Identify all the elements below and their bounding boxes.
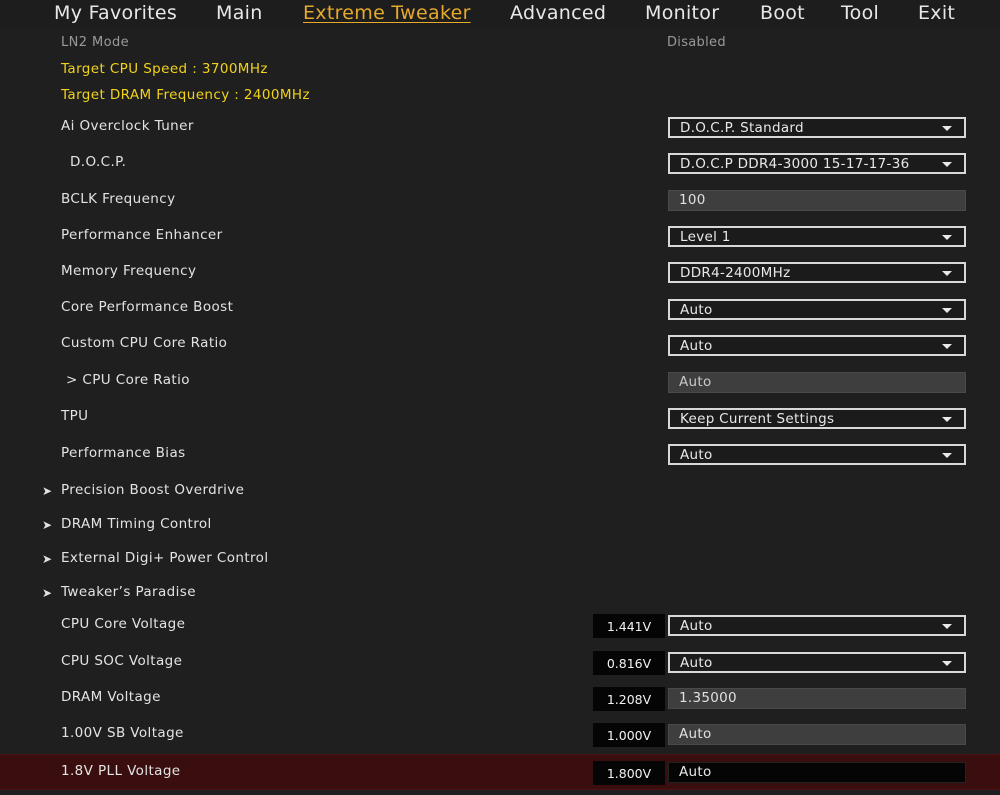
setting-label: TPU (61, 408, 89, 424)
submenu-external-digi-power-control[interactable]: ➤ External Digi+ Power Control (0, 542, 1000, 578)
chevron-down-icon (942, 235, 952, 240)
setting-row-cpu-core-ratio[interactable]: > CPU Core Ratio Auto (0, 363, 1000, 399)
top-menu-bar: My Favorites Main Extreme Tweaker Advanc… (0, 0, 1000, 28)
custom-cpu-core-ratio-dropdown[interactable]: Auto (668, 335, 966, 356)
sb-voltage-input[interactable]: Auto (668, 724, 966, 745)
voltage-reading: 1.000V (593, 723, 665, 747)
tab-main[interactable]: Main (216, 2, 263, 24)
arrow-right-icon: ➤ (42, 586, 53, 600)
tpu-dropdown[interactable]: Keep Current Settings (668, 408, 966, 429)
cpu-soc-voltage-dropdown[interactable]: Auto (668, 652, 966, 673)
setting-label: Performance Enhancer (61, 227, 223, 243)
docp-dropdown[interactable]: D.O.C.P DDR4-3000 15-17-17-36 (668, 153, 966, 174)
settings-panel: LN2 Mode Disabled Target CPU Speed : 370… (0, 28, 1000, 795)
setting-label: CPU SOC Voltage (61, 653, 183, 669)
setting-label: 1.00V SB Voltage (61, 725, 184, 741)
voltage-reading: 1.441V (593, 614, 665, 638)
arrow-right-icon: ➤ (42, 484, 53, 498)
cpu-core-voltage-dropdown[interactable]: Auto (668, 615, 966, 636)
setting-label: BCLK Frequency (61, 191, 176, 207)
tab-my-favorites[interactable]: My Favorites (54, 2, 177, 24)
setting-label: > CPU Core Ratio (66, 372, 190, 388)
dram-voltage-input[interactable]: 1.35000 (668, 688, 966, 709)
chevron-down-icon (942, 344, 952, 349)
setting-row-bclk-frequency[interactable]: BCLK Frequency 100 (0, 181, 1000, 217)
chevron-down-icon (942, 271, 952, 276)
submenu-label: Precision Boost Overdrive (61, 482, 245, 498)
submenu-label: DRAM Timing Control (61, 516, 212, 532)
cpu-core-ratio-value: Auto (668, 372, 966, 393)
setting-row-performance-enhancer[interactable]: Performance Enhancer Level 1 (0, 218, 1000, 254)
setting-row-docp[interactable]: D.O.C.P. D.O.C.P DDR4-3000 15-17-17-36 (0, 145, 1000, 181)
chevron-down-icon (942, 453, 952, 458)
setting-row-1-00v-sb-voltage[interactable]: 1.00V SB Voltage 1.000V Auto (0, 717, 1000, 753)
pll-voltage-input[interactable]: Auto (668, 762, 966, 783)
setting-label: 1.8V PLL Voltage (61, 763, 181, 779)
setting-row-tpu[interactable]: TPU Keep Current Settings (0, 399, 1000, 435)
setting-row-custom-cpu-core-ratio[interactable]: Custom CPU Core Ratio Auto (0, 326, 1000, 362)
setting-row-cpu-core-voltage[interactable]: CPU Core Voltage 1.441V Auto (0, 608, 1000, 644)
chevron-down-icon (942, 126, 952, 131)
setting-row-core-performance-boost[interactable]: Core Performance Boost Auto (0, 290, 1000, 326)
tab-tool[interactable]: Tool (841, 2, 879, 24)
target-dram-frequency: Target DRAM Frequency : 2400MHz (61, 87, 310, 103)
submenu-tweakers-paradise[interactable]: ➤ Tweaker’s Paradise (0, 576, 1000, 612)
tab-monitor[interactable]: Monitor (645, 2, 719, 24)
ai-overclock-tuner-dropdown[interactable]: D.O.C.P. Standard (668, 117, 966, 138)
core-performance-boost-dropdown[interactable]: Auto (668, 299, 966, 320)
setting-row-1-8v-pll-voltage[interactable]: 1.8V PLL Voltage 1.800V Auto (0, 754, 1000, 790)
chevron-down-icon (942, 624, 952, 629)
tab-exit[interactable]: Exit (918, 2, 955, 24)
setting-row-ln2-mode[interactable]: LN2 Mode Disabled (0, 28, 1000, 64)
setting-label: CPU Core Voltage (61, 616, 186, 632)
setting-row-memory-frequency[interactable]: Memory Frequency DDR4-2400MHz (0, 254, 1000, 290)
tab-boot[interactable]: Boot (760, 2, 805, 24)
arrow-right-icon: ➤ (42, 552, 53, 566)
setting-label: D.O.C.P. (70, 154, 127, 170)
bclk-frequency-input[interactable]: 100 (668, 190, 966, 211)
setting-label: Memory Frequency (61, 263, 197, 279)
arrow-right-icon: ➤ (42, 518, 53, 532)
setting-label: Custom CPU Core Ratio (61, 335, 228, 351)
voltage-reading: 0.816V (593, 651, 665, 675)
setting-value: Disabled (667, 35, 726, 50)
chevron-down-icon (942, 162, 952, 167)
tab-advanced[interactable]: Advanced (510, 2, 606, 24)
setting-row-ai-overclock-tuner[interactable]: Ai Overclock Tuner D.O.C.P. Standard (0, 109, 1000, 145)
setting-label: Core Performance Boost (61, 299, 234, 315)
voltage-reading: 1.800V (593, 761, 665, 785)
target-cpu-speed: Target CPU Speed : 3700MHz (61, 61, 268, 77)
submenu-dram-timing-control[interactable]: ➤ DRAM Timing Control (0, 508, 1000, 544)
setting-label: Performance Bias (61, 445, 186, 461)
performance-bias-dropdown[interactable]: Auto (668, 444, 966, 465)
tab-extreme-tweaker[interactable]: Extreme Tweaker (303, 2, 471, 24)
chevron-down-icon (942, 308, 952, 313)
setting-row-dram-voltage[interactable]: DRAM Voltage 1.208V 1.35000 (0, 681, 1000, 717)
submenu-label: External Digi+ Power Control (61, 550, 269, 566)
setting-label: Ai Overclock Tuner (61, 118, 194, 134)
chevron-down-icon (942, 417, 952, 422)
setting-label: DRAM Voltage (61, 689, 161, 705)
performance-enhancer-dropdown[interactable]: Level 1 (668, 226, 966, 247)
setting-label: LN2 Mode (61, 35, 129, 50)
submenu-precision-boost-overdrive[interactable]: ➤ Precision Boost Overdrive (0, 474, 1000, 510)
memory-frequency-dropdown[interactable]: DDR4-2400MHz (668, 262, 966, 283)
chevron-down-icon (942, 661, 952, 666)
submenu-label: Tweaker’s Paradise (61, 584, 196, 600)
setting-row-performance-bias[interactable]: Performance Bias Auto (0, 435, 1000, 471)
voltage-reading: 1.208V (593, 687, 665, 711)
setting-row-cpu-soc-voltage[interactable]: CPU SOC Voltage 0.816V Auto (0, 645, 1000, 681)
